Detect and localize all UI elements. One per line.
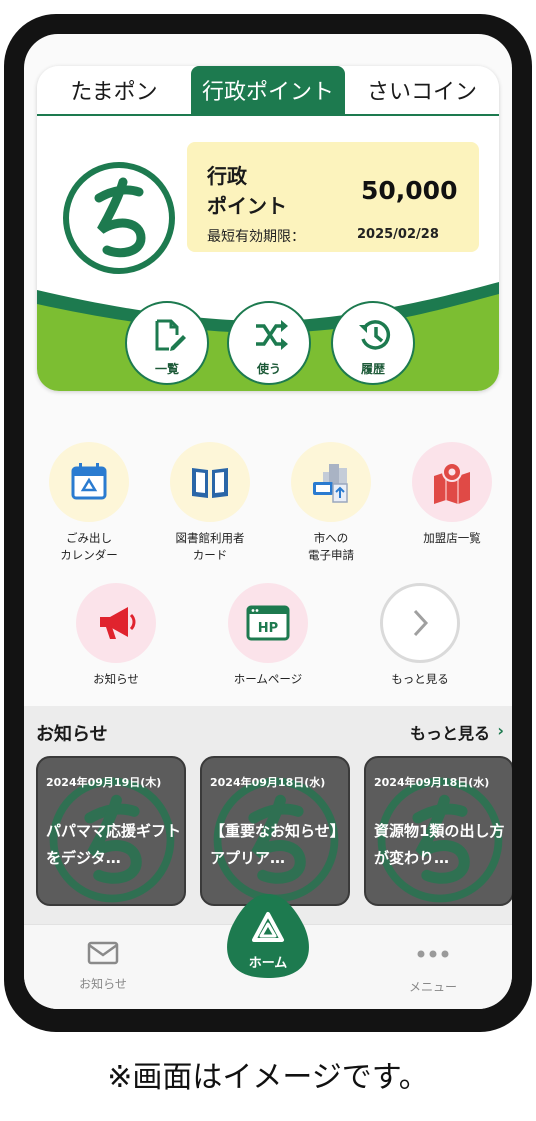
nav-menu-label: メニュー xyxy=(408,980,457,994)
image-caption: ※画面はイメージです。 xyxy=(107,1060,429,1095)
shuffle-icon xyxy=(256,320,288,350)
use-button-label: 使う xyxy=(256,362,281,376)
news-section-title: お知らせ xyxy=(36,724,108,745)
history-button[interactable]: 履歴 xyxy=(331,301,415,385)
stores-circle xyxy=(412,442,492,522)
chevron-right-icon xyxy=(413,609,429,637)
point-label-line1: 行政 xyxy=(207,164,247,188)
news-headline: 資源物1類の出し方が変わり… xyxy=(374,822,505,867)
nav-notices-label: お知らせ xyxy=(79,977,127,991)
garbage-calendar-item[interactable]: ごみ出し カレンダー xyxy=(34,442,144,564)
use-button[interactable]: 使う xyxy=(227,301,311,385)
megaphone-icon xyxy=(100,607,136,639)
e-application-label: 市への 電子申請 xyxy=(308,531,354,562)
point-balance-value: 50,000 xyxy=(361,176,458,205)
point-label-line2: ポイント xyxy=(207,194,287,218)
envelope-icon xyxy=(87,941,119,965)
expiry-label: 最短有効期限： xyxy=(207,229,305,245)
news-date: 2024年09月19日(木) xyxy=(46,776,162,789)
app-screen: たまポン 行政ポイント さいコイン 行政 ポイント 50,000 最短有効期限：… xyxy=(24,34,512,1009)
tab-gyosei-point[interactable]: 行政ポイント xyxy=(191,66,345,114)
nav-home-label: ホーム xyxy=(248,956,288,971)
news-more-link[interactable]: もっと見る xyxy=(410,720,490,744)
point-tabs: たまポン 行政ポイント さいコイン xyxy=(37,66,499,116)
news-headline: 【重要なお知らせ】アプリア… xyxy=(210,822,345,867)
sai-logo-icon xyxy=(63,162,175,274)
homepage-item[interactable]: HP ホームページ xyxy=(213,583,323,688)
news-headline: パパママ応援ギフトをデジタ… xyxy=(46,822,182,867)
point-card-body: 行政 ポイント 50,000 最短有効期限： 2025/02/28 一覧 使う … xyxy=(37,118,499,391)
expiry-value: 2025/02/28 xyxy=(357,227,439,242)
history-button-label: 履歴 xyxy=(360,362,385,376)
more-dots-icon xyxy=(417,950,449,958)
news-card[interactable]: 2024年09月18日(水) 【重要なお知らせ】アプリア… xyxy=(200,756,350,906)
library-card-label: 図書館利用者 カード xyxy=(175,531,245,562)
list-button[interactable]: 一覧 xyxy=(125,301,209,385)
homepage-label: ホームページ xyxy=(233,672,303,686)
news-card[interactable]: 2024年09月19日(木) パパママ応援ギフトをデジタ… xyxy=(36,756,186,906)
e-application-circle xyxy=(291,442,371,522)
news-card[interactable]: 2024年09月18日(水) 資源物1類の出し方が変わり… xyxy=(364,756,512,906)
stores-item[interactable]: 加盟店一覧 xyxy=(397,442,507,547)
map-pin-icon xyxy=(434,462,470,504)
e-application-item[interactable]: 市への 電子申請 xyxy=(276,442,386,564)
more-menu-label: もっと見る xyxy=(391,672,449,686)
recycle-calendar-icon xyxy=(71,463,107,500)
building-upload-icon xyxy=(313,464,348,503)
stores-label: 加盟店一覧 xyxy=(423,531,481,545)
tab-tamapon[interactable]: たまポン xyxy=(37,66,191,114)
nav-home-button[interactable]: ホーム xyxy=(220,890,316,986)
notices-item[interactable]: お知らせ xyxy=(61,583,171,688)
news-date: 2024年09月18日(水) xyxy=(374,776,490,789)
notices-label: お知らせ xyxy=(93,672,139,686)
history-icon xyxy=(359,320,391,350)
list-button-label: 一覧 xyxy=(154,362,179,376)
homepage-icon: HP xyxy=(246,605,290,641)
news-date: 2024年09月18日(水) xyxy=(210,776,326,789)
homepage-icon-text: HP xyxy=(258,621,278,636)
more-menu-item[interactable]: もっと見る xyxy=(365,583,475,688)
nav-menu[interactable]: メニュー xyxy=(388,945,478,995)
garbage-calendar-circle xyxy=(49,442,129,522)
library-card-circle xyxy=(170,442,250,522)
tab-saicoin[interactable]: さいコイン xyxy=(345,66,499,114)
nav-notices[interactable]: お知らせ xyxy=(58,941,148,992)
point-balance-box: 行政 ポイント 50,000 最短有効期限： 2025/02/28 xyxy=(187,142,479,252)
garbage-calendar-label: ごみ出し カレンダー xyxy=(60,531,118,562)
home-tab-shape xyxy=(227,894,309,978)
notices-circle xyxy=(76,583,156,663)
homepage-circle: HP xyxy=(228,583,308,663)
chevron-right-icon: › xyxy=(497,721,504,740)
phone-frame: たまポン 行政ポイント さいコイン 行政 ポイント 50,000 最短有効期限：… xyxy=(4,14,532,1032)
book-icon xyxy=(192,468,228,498)
more-menu-circle xyxy=(380,583,460,663)
document-edit-icon xyxy=(155,319,186,351)
library-card-item[interactable]: 図書館利用者 カード xyxy=(155,442,265,564)
point-card: たまポン 行政ポイント さいコイン 行政 ポイント 50,000 最短有効期限：… xyxy=(37,66,499,391)
